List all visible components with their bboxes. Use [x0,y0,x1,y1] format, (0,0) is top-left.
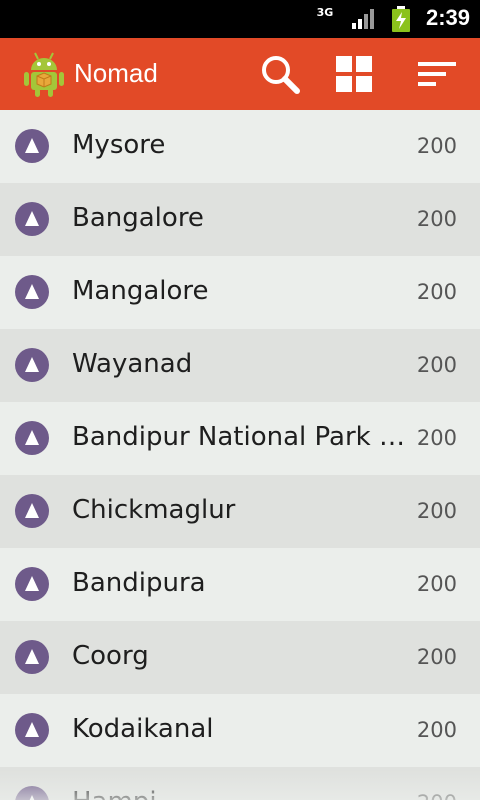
list-item[interactable]: Bangalore 200 [0,183,480,256]
place-marker-icon [15,640,49,674]
android-robot-icon[interactable] [22,50,66,98]
list-item[interactable]: Chickmaglur 200 [0,475,480,548]
clock: 2:39 [425,5,470,30]
list-item[interactable]: Kodaikanal 200 [0,694,480,767]
place-marker-icon [15,713,49,747]
list-item[interactable]: Mysore 200 [0,110,480,183]
place-marker-icon [15,202,49,236]
signal-bars-icon [352,9,374,29]
list-item[interactable]: Mangalore 200 [0,256,480,329]
list-item[interactable]: Bandipura 200 [0,548,480,621]
place-name: Mangalore [72,276,209,306]
search-icon[interactable] [258,52,302,96]
list-item[interactable]: Hampi 200 [0,767,480,800]
place-name: Bandipura [72,568,206,598]
place-count: 200 [416,718,457,742]
place-marker-icon [15,786,49,800]
place-marker-icon [15,567,49,601]
place-name: Chickmaglur [72,495,236,525]
place-name: Coorg [72,641,149,671]
place-marker-icon [15,494,49,528]
list-item[interactable]: Wayanad 200 [0,329,480,402]
battery-charging-icon [392,6,410,32]
place-name: Wayanad [72,349,193,379]
place-count: 200 [416,426,457,450]
app-title: Nomad [74,58,158,88]
place-name: Hampi [72,787,408,800]
status-bar: 3G 2:39 [0,0,480,38]
network-type: 3G [316,6,334,19]
place-count: 200 [416,280,457,304]
place-name: Mysore [72,130,166,160]
place-count: 200 [416,499,457,523]
place-name: Bandipur National Park National [72,422,408,452]
place-marker-icon [15,129,49,163]
place-name: Bangalore [72,203,204,233]
place-marker-icon [15,348,49,382]
place-marker-icon [15,421,49,455]
grid-view-icon[interactable] [332,52,376,96]
place-count: 200 [416,572,457,596]
place-count: 200 [416,645,457,669]
list-item[interactable]: Coorg 200 [0,621,480,694]
action-bar: Nomad [0,38,480,110]
place-count: 200 [417,791,457,800]
place-count: 200 [416,353,457,377]
list-item[interactable]: Bandipur National Park National 200 [0,402,480,475]
sort-icon[interactable] [416,52,460,96]
place-list[interactable]: Mysore 200 Bangalore 200 Mangalore 200 W… [0,110,480,800]
place-count: 200 [416,207,457,231]
place-name: Kodaikanal [72,714,214,744]
place-count: 200 [416,134,457,158]
place-marker-icon [15,275,49,309]
